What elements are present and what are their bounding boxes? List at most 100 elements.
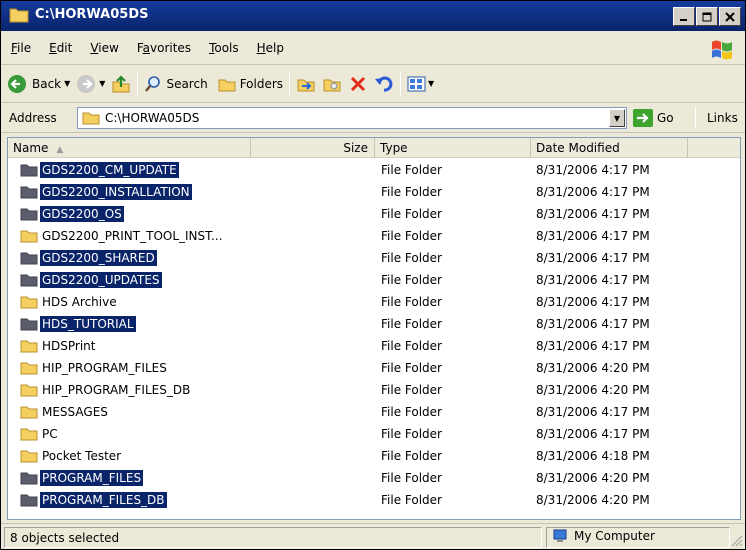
list-item-name: Pocket Tester (42, 449, 122, 463)
list-item[interactable]: Pocket Tester File Folder 8/31/2006 4:18 P… (8, 445, 740, 467)
list-item-type: File Folder (381, 229, 442, 243)
column-date-modified[interactable]: Date Modified (531, 138, 688, 158)
column-name-label: Name (13, 141, 49, 155)
list-item[interactable]: HDS_TUTORIAL File Folder 8/31/2006 4:17 PM (8, 313, 740, 335)
list-item[interactable]: HDS Archive File Folder 8/31/2006 4:17 PM (8, 291, 740, 313)
forward-button[interactable]: ▼ (76, 74, 105, 94)
chevron-down-icon[interactable]: ▼ (64, 79, 70, 88)
list-item-name-cell[interactable]: PC (20, 425, 60, 443)
move-to-icon (297, 79, 315, 91)
list-item[interactable]: GDS2200_SHARED File Folder 8/31/2006 4:17 … (8, 247, 740, 269)
list-item[interactable]: HIP_PROGRAM_FILES File Folder 8/31/2006 4:… (8, 357, 740, 379)
folders-button[interactable]: Folders (218, 75, 283, 93)
list-item[interactable]: GDS2200_INSTALLATION File Folder 8/31/2006… (8, 181, 740, 203)
list-item[interactable]: GDS2200_PRINT_TOOL_INST... File Folder 8/3… (8, 225, 740, 247)
views-button[interactable]: ▼ (407, 75, 434, 93)
list-item-type: File Folder (381, 251, 442, 265)
resize-grip-icon[interactable] (731, 535, 743, 547)
column-size[interactable]: Size (251, 138, 375, 158)
list-item[interactable]: HDSPrint File Folder 8/31/2006 4:17 PM (8, 335, 740, 357)
copy-to-button[interactable] (322, 74, 342, 94)
file-list[interactable]: Name ▲ Size Type Date Modified GDS2200_CM… (7, 137, 741, 520)
folder-icon (20, 340, 38, 353)
menu-help[interactable]: Help (248, 41, 293, 55)
list-item-name: GDS2200_SHARED (40, 250, 157, 266)
up-folder-button[interactable] (111, 74, 131, 94)
list-item-name-cell[interactable]: GDS2200_CM_UPDATE (20, 161, 179, 179)
list-item-date: 8/31/2006 4:17 PM (536, 273, 650, 287)
column-type[interactable]: Type (375, 138, 531, 158)
list-item-date: 8/31/2006 4:17 PM (536, 229, 650, 243)
list-item[interactable]: GDS2200_UPDATES File Folder 8/31/2006 4:17… (8, 269, 740, 291)
chevron-down-icon[interactable]: ▼ (428, 79, 434, 88)
address-input[interactable]: C:\HORWA05DS ▼ (77, 107, 627, 129)
list-item-name-cell[interactable]: MESSAGES (20, 403, 110, 421)
list-item-type: File Folder (381, 163, 442, 177)
close-button[interactable] (719, 7, 741, 26)
menu-edit[interactable]: Edit (40, 41, 81, 55)
minimize-icon (680, 18, 687, 21)
chevron-down-icon[interactable]: ▼ (99, 79, 105, 88)
list-item-name: GDS2200_CM_UPDATE (40, 162, 179, 178)
list-item-name-cell[interactable]: GDS2200_INSTALLATION (20, 183, 192, 201)
list-item-name-cell[interactable]: PROGRAM_FILES (20, 469, 144, 487)
maximize-icon (702, 12, 712, 21)
minimize-button[interactable] (673, 7, 695, 26)
maximize-button[interactable] (696, 7, 718, 26)
list-item-name-cell[interactable]: HDSPrint (20, 337, 97, 355)
list-item-name: HDS_TUTORIAL (40, 316, 136, 332)
list-item[interactable]: MESSAGES File Folder 8/31/2006 4:17 PM (8, 401, 740, 423)
back-button[interactable]: Back ▼ (7, 74, 70, 94)
list-item[interactable]: HIP_PROGRAM_FILES_DB File Folder 8/31/2006… (8, 379, 740, 401)
list-item-name-cell[interactable]: GDS2200_PRINT_TOOL_INST... (20, 227, 225, 245)
links-button[interactable]: Links (707, 111, 738, 125)
list-item-type: File Folder (381, 471, 442, 485)
list-item-name: MESSAGES (42, 405, 108, 419)
address-dropdown-button[interactable]: ▼ (609, 109, 625, 127)
list-item-name-cell[interactable]: HIP_PROGRAM_FILES (20, 359, 169, 377)
list-item-name: GDS2200_INSTALLATION (40, 184, 192, 200)
folder-icon (20, 252, 38, 265)
list-item-name-cell[interactable]: PROGRAM_FILES_DB (20, 491, 167, 509)
list-item-date: 8/31/2006 4:17 PM (536, 295, 650, 309)
list-item-name-cell[interactable]: HDS_TUTORIAL (20, 315, 136, 333)
list-item[interactable]: PROGRAM_FILES File Folder 8/31/2006 4:20 P… (8, 467, 740, 489)
list-item-name-cell[interactable]: GDS2200_SHARED (20, 249, 157, 267)
list-item[interactable]: PROGRAM_FILES_DB File Folder 8/31/2006 4:2… (8, 489, 740, 511)
list-item-name-cell[interactable]: HIP_PROGRAM_FILES_DB (20, 381, 192, 399)
move-to-button[interactable] (296, 74, 316, 94)
list-item-name-cell[interactable]: GDS2200_OS (20, 205, 124, 223)
delete-button[interactable] (348, 74, 368, 94)
list-item-type: File Folder (381, 207, 442, 221)
list-item[interactable]: GDS2200_CM_UPDATE File Folder 8/31/2006 4:… (8, 159, 740, 181)
column-name[interactable]: Name ▲ (8, 138, 251, 158)
list-item-name-cell[interactable]: HDS Archive (20, 293, 119, 311)
list-item-name-cell[interactable]: GDS2200_UPDATES (20, 271, 162, 289)
folder-icon (20, 208, 38, 221)
undo-button[interactable] (374, 74, 394, 94)
search-icon (145, 75, 161, 92)
status-location-label: My Computer (574, 529, 655, 543)
list-item[interactable]: PC File Folder 8/31/2006 4:17 PM (8, 423, 740, 445)
go-button[interactable]: Go (633, 109, 674, 127)
menu-view[interactable]: View (81, 41, 127, 55)
folder-icon (20, 230, 38, 243)
menu-favorites[interactable]: Favorites (128, 41, 200, 55)
go-label: Go (657, 111, 674, 125)
title-bar[interactable]: C:\HORWA05DS (1, 1, 745, 31)
list-item-name: PC (42, 427, 58, 441)
menu-file[interactable]: File (1, 41, 40, 55)
column-type-label: Type (380, 141, 408, 155)
search-button[interactable]: Search (144, 75, 208, 93)
undo-icon (375, 76, 393, 92)
window-title: C:\HORWA05DS (35, 7, 149, 22)
list-item-date: 8/31/2006 4:17 PM (536, 317, 650, 331)
menu-tools[interactable]: Tools (200, 41, 248, 55)
list-item-type: File Folder (381, 383, 442, 397)
list-item-name-cell[interactable]: Pocket Tester (20, 447, 123, 465)
list-item-type: File Folder (381, 405, 442, 419)
list-item-name: HIP_PROGRAM_FILES (42, 361, 167, 375)
folder-icon (9, 8, 29, 23)
close-icon (725, 11, 735, 22)
list-item[interactable]: GDS2200_OS File Folder 8/31/2006 4:17 PM (8, 203, 740, 225)
